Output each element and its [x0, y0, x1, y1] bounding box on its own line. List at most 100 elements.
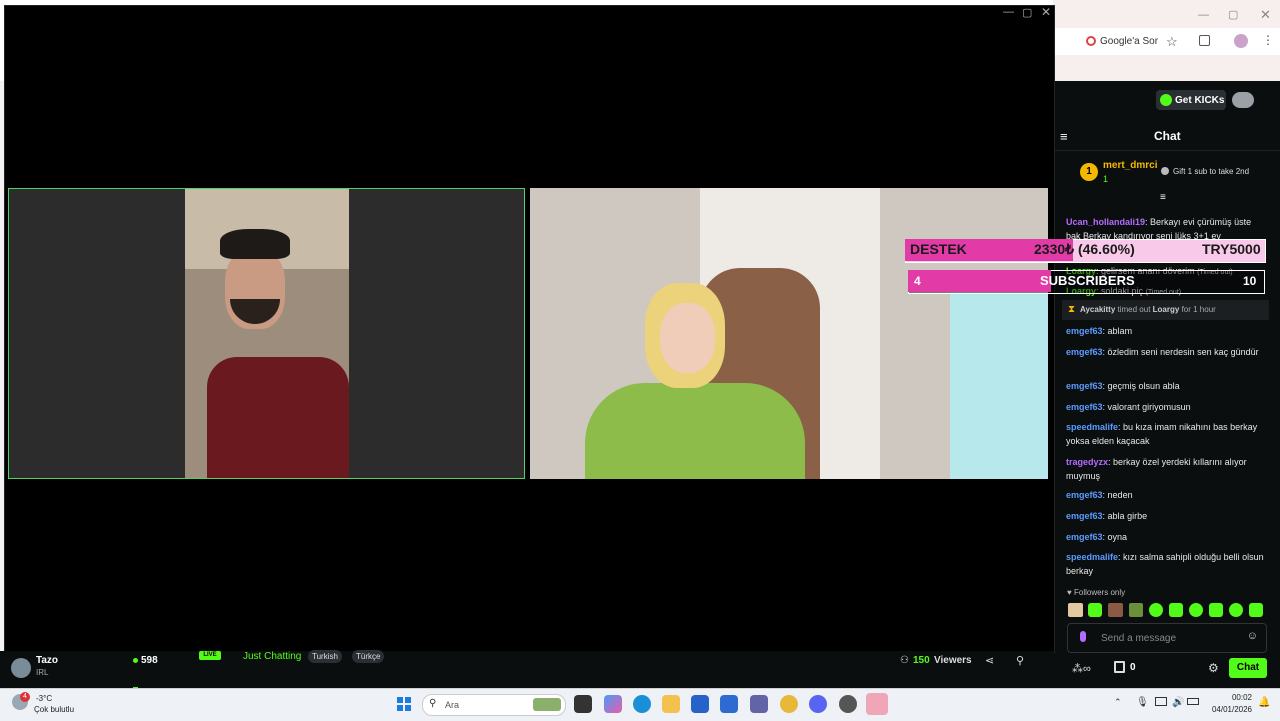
emote-icon[interactable]: [1189, 603, 1203, 617]
tag-pill[interactable]: Türkçe: [352, 650, 385, 663]
timeout-duration: for 1 hour: [1181, 305, 1216, 314]
chat-message: tragedyzx: berkay özel yerdeki kıllarını…: [1066, 457, 1247, 481]
emote-icon[interactable]: [1068, 603, 1083, 617]
follow-icon[interactable]: ⚲: [1016, 654, 1024, 667]
chat-username[interactable]: emgef63: [1066, 511, 1103, 521]
microphone-icon[interactable]: [1080, 631, 1086, 642]
bookmark-star-icon[interactable]: ☆: [1166, 34, 1178, 50]
notification-bell-icon[interactable]: 🔔: [1258, 697, 1270, 708]
viewers-count: 150: [913, 655, 930, 666]
browser-menu-icon[interactable]: ⋮: [1262, 33, 1274, 47]
browser-close-icon[interactable]: ✕: [1260, 7, 1271, 23]
chat-username[interactable]: emgef63: [1066, 402, 1103, 412]
clock-date[interactable]: 04/01/2026: [1208, 705, 1252, 714]
chat-title: Chat: [1154, 129, 1181, 143]
emoji-picker-icon[interactable]: ☺: [1247, 630, 1258, 642]
emote-icon[interactable]: [1229, 603, 1243, 617]
browser-maximize-icon[interactable]: ▢: [1228, 8, 1238, 21]
windows-start-icon[interactable]: [397, 697, 411, 711]
copilot-icon[interactable]: [604, 695, 622, 713]
outlook-icon[interactable]: [720, 695, 738, 713]
discord-icon[interactable]: [809, 695, 827, 713]
chat-input[interactable]: Send a message ☺: [1067, 623, 1267, 653]
subscriber-goal-current: 4: [914, 274, 921, 288]
subscriber-goal-target: 10: [1243, 274, 1257, 288]
category-link[interactable]: Just Chatting: [243, 651, 301, 662]
channel-name[interactable]: Tazo: [36, 655, 58, 666]
chat-message: emgef63: ablam: [1066, 326, 1133, 336]
store-icon[interactable]: [691, 695, 709, 713]
divider: [1053, 150, 1280, 151]
emote-icon[interactable]: [1088, 603, 1102, 617]
chat-settings-gear-icon[interactable]: ⚙: [1208, 661, 1219, 675]
video-tile-left[interactable]: [8, 188, 525, 479]
battery-icon[interactable]: [1187, 698, 1199, 705]
chat-username[interactable]: Ucan_hollandali19: [1066, 217, 1145, 227]
chrome-profile-icon[interactable]: [839, 695, 857, 713]
chat-username[interactable]: emgef63: [1066, 381, 1103, 391]
taskbar-search[interactable]: ⚲ Ara: [422, 694, 566, 716]
top-gifter-name[interactable]: mert_dmrci: [1103, 160, 1157, 171]
search-placeholder: Ara: [445, 700, 460, 710]
google-ask-button[interactable]: Google'a Sor: [1100, 36, 1158, 47]
active-window-icon[interactable]: [866, 693, 888, 715]
chat-input-placeholder: Send a message: [1101, 633, 1177, 644]
pinned-expand-icon[interactable]: ≡: [1160, 192, 1166, 203]
microphone-tray-icon[interactable]: 🎙: [1136, 697, 1149, 708]
popup-maximize-icon[interactable]: ▢: [1022, 6, 1032, 19]
infinity-icon[interactable]: ⁂∞: [1072, 662, 1091, 675]
followers-only-label: Followers only: [1073, 588, 1126, 597]
popup-minimize-icon[interactable]: —: [1003, 6, 1014, 18]
gift-prompt[interactable]: Gift 1 sub to take 2nd: [1173, 167, 1249, 176]
profile-avatar[interactable]: [1234, 34, 1248, 48]
chrome-icon[interactable]: [780, 695, 798, 713]
chat-message: emgef63: özledim seni nerdesin sen kaç g…: [1066, 347, 1259, 357]
clock-time[interactable]: 00:02: [1216, 693, 1252, 702]
browser-minimize-icon[interactable]: —: [1198, 9, 1209, 21]
chat-message: emgef63: neden: [1066, 490, 1133, 500]
collapse-chat-icon[interactable]: ≡: [1060, 129, 1068, 144]
chat-username[interactable]: emgef63: [1066, 326, 1103, 336]
chat-username[interactable]: speedmalife: [1066, 422, 1118, 432]
chat-username[interactable]: emgef63: [1066, 490, 1103, 500]
emote-icon[interactable]: [1249, 603, 1263, 617]
viewers-label: Viewers: [934, 655, 972, 666]
share-icon[interactable]: ⋖: [985, 654, 994, 667]
video-tile-right[interactable]: [530, 188, 1048, 479]
chat-username[interactable]: emgef63: [1066, 347, 1103, 357]
network-icon[interactable]: [1155, 697, 1167, 706]
timeout-action: timed out: [1117, 305, 1151, 314]
chat-message: emgef63: abla girbe: [1066, 511, 1148, 521]
emote-icon[interactable]: [1209, 603, 1223, 617]
emote-icon[interactable]: [1129, 603, 1143, 617]
chat-username[interactable]: emgef63: [1066, 532, 1103, 542]
popup-close-icon[interactable]: ✕: [1041, 5, 1051, 19]
followers-only-notice: ♥ Followers only: [1067, 588, 1125, 597]
channel-avatar[interactable]: [11, 658, 31, 678]
chat-username[interactable]: speedmalife: [1066, 552, 1118, 562]
tray-expand-icon[interactable]: ⌃: [1114, 697, 1122, 708]
teams-icon[interactable]: [750, 695, 768, 713]
treasure-icon[interactable]: [1114, 661, 1125, 673]
chat-username[interactable]: tragedyzx: [1066, 457, 1108, 467]
gift-icon: [1161, 167, 1169, 175]
chat-send-button[interactable]: Chat: [1229, 658, 1267, 678]
edge-icon[interactable]: [633, 695, 651, 713]
file-explorer-icon[interactable]: [662, 695, 680, 713]
emote-icon[interactable]: [1108, 603, 1123, 617]
chat-message: emgef63: geçmiş olsun abla: [1066, 381, 1180, 391]
emote-bar: [1068, 603, 1263, 617]
chat-text: abla girbe: [1107, 511, 1148, 521]
tag-pill[interactable]: Turkish: [308, 650, 342, 663]
emote-icon[interactable]: [1149, 603, 1163, 617]
emote-icon[interactable]: [1169, 603, 1183, 617]
chat-text: valorant giriyomusun: [1107, 402, 1191, 412]
timeout-mod: Aycakitty: [1080, 305, 1116, 314]
extensions-icon[interactable]: [1199, 35, 1210, 46]
volume-icon[interactable]: 🔊: [1172, 697, 1184, 708]
get-kicks-button[interactable]: Get KICKs: [1156, 90, 1226, 110]
user-avatar[interactable]: [1232, 92, 1254, 108]
task-view-icon[interactable]: [574, 695, 592, 713]
chat-message: speedmalife: kızı salma sahipli olduğu b…: [1066, 552, 1264, 576]
live-dot-icon: [133, 658, 138, 663]
